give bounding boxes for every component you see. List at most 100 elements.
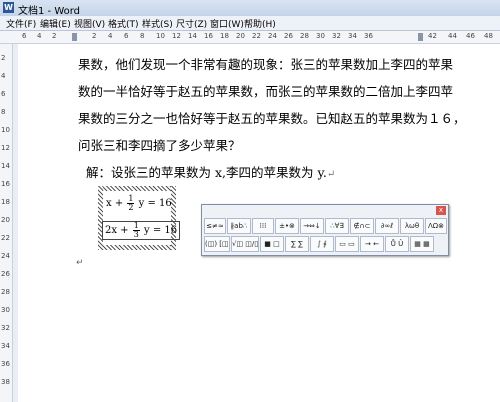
ruler-tick: 2 (52, 32, 57, 40)
vruler-tick: 22 (1, 234, 10, 242)
relations-button[interactable]: ≤≠≈ (204, 218, 226, 234)
ruler-tick: 6 (22, 32, 27, 40)
ruler-tick: 46 (466, 32, 475, 40)
scripts-button[interactable]: ■ □ (260, 236, 284, 252)
ruler-tick: 44 (448, 32, 457, 40)
operators-button[interactable]: ±•⊗ (275, 218, 299, 234)
summation-button[interactable]: ∑ ∑ (285, 236, 309, 252)
selection-hatch-left (98, 186, 103, 250)
menu-edit[interactable]: 编辑(E) (40, 17, 71, 30)
ruler-tick: 28 (300, 32, 309, 40)
menu-bar: 文件(F) 编辑(E) 视图(V) 格式(T) 样式(S) 尺寸(Z) 窗口(W… (0, 16, 500, 31)
bars-button[interactable]: ▭ ▭ (335, 236, 359, 252)
solution-text: 解：设张三的苹果数为 x,李四的苹果数为 y. (86, 165, 327, 180)
menu-style[interactable]: 样式(S) (142, 17, 173, 30)
ruler-tick: 16 (204, 32, 213, 40)
menu-format[interactable]: 格式(T) (108, 17, 139, 30)
vruler-tick: 2 (1, 54, 6, 62)
menu-size[interactable]: 尺寸(Z) (176, 17, 207, 30)
matrices-button[interactable]: ▦ ▦ (410, 236, 434, 252)
menu-window[interactable]: 窗口(W) (210, 17, 244, 30)
vruler-tick: 4 (1, 72, 6, 80)
equation-1: x + 12 y = 16 (106, 195, 172, 212)
arrows-button[interactable]: →⇔↓ (300, 218, 324, 234)
ruler-tick: 14 (188, 32, 197, 40)
ruler-tick: 4 (108, 32, 113, 40)
ruler-tick: 26 (284, 32, 293, 40)
paragraph-mark: ↵ (326, 169, 336, 180)
labeled-arrows-button[interactable]: → ← (360, 236, 384, 252)
equation-object[interactable]: x + 12 y = 16 2x + 13 y = 16 (98, 186, 181, 250)
ruler-tick: 8 (140, 32, 145, 40)
document-line: 果数，他们发现一个非常有趣的现象：张三的苹果数加上李四的苹果 (78, 57, 454, 72)
ruler-tick: 32 (332, 32, 341, 40)
eq2-right: y = 16 (144, 225, 178, 236)
vruler-tick: 32 (1, 324, 10, 332)
eq1-fraction: 12 (127, 195, 135, 212)
greek-lower-button[interactable]: λωθ (400, 218, 424, 234)
fences-button[interactable]: (◫) [◫] (204, 236, 230, 252)
vruler-tick: 18 (1, 198, 10, 206)
selection-hatch-top (98, 186, 176, 191)
ruler-tick: 2 (92, 32, 97, 40)
close-icon[interactable]: x (436, 206, 446, 215)
fractions-button[interactable]: √◫ ◫/◫ (231, 236, 259, 252)
document-line: 数的一半恰好等于赵五的苹果数，而张三的苹果数的二倍加上李四苹 (78, 84, 454, 99)
eq2-left: 2x + (105, 225, 129, 236)
selection-hatch-bottom (98, 245, 176, 250)
ruler-tick: 12 (172, 32, 181, 40)
document-line: 问张三和李四摘了多少苹果？ (78, 138, 241, 153)
greek-upper-button[interactable]: ΛΩ⊗ (425, 218, 447, 234)
eq1-left: x + (106, 198, 124, 209)
ruler-tick: 34 (348, 32, 357, 40)
eq2-fraction: 13 (132, 222, 140, 239)
menu-view[interactable]: 视图(V) (74, 17, 105, 30)
ruler-tick: 10 (156, 32, 165, 40)
paragraph-mark: ↵ (76, 258, 84, 268)
vruler-tick: 24 (1, 252, 10, 260)
vruler-tick: 38 (1, 378, 10, 386)
ruler-tick: 6 (124, 32, 129, 40)
misc-symbols-button[interactable]: ∂∞ℓ (375, 218, 399, 234)
ruler-tick: 18 (220, 32, 229, 40)
embellishments-button[interactable]: ⁞⁞⁞ (252, 218, 274, 234)
window-title: 文档1 - Word (18, 6, 81, 17)
ruler-tick: 30 (316, 32, 325, 40)
vruler-tick: 28 (1, 288, 10, 296)
ruler-tick: 42 (428, 32, 437, 40)
vruler-tick: 26 (1, 270, 10, 278)
vruler-tick: 36 (1, 360, 10, 368)
vruler-tick: 14 (1, 162, 10, 170)
eq1-right: y = 16 (138, 198, 172, 209)
ruler-tick: 24 (268, 32, 277, 40)
solution-line: 解：设张三的苹果数为 x,李四的苹果数为 y.↵ (86, 162, 335, 181)
ruler-tick: 48 (484, 32, 493, 40)
word-icon: W (3, 2, 14, 13)
vertical-ruler[interactable]: 2 4 6 8 10 12 14 16 18 20 22 24 26 28 30… (0, 44, 13, 402)
ruler-tick: 36 (364, 32, 373, 40)
ruler-tick: 22 (252, 32, 261, 40)
eq1-denominator: 2 (128, 203, 134, 212)
vruler-tick: 8 (1, 108, 6, 116)
logic-button[interactable]: ∴∀∃ (325, 218, 349, 234)
vruler-tick: 34 (1, 342, 10, 350)
vruler-tick: 16 (1, 180, 10, 188)
menu-help[interactable]: 帮助(H) (244, 17, 276, 30)
spaces-button[interactable]: ∦ab∴ (227, 218, 251, 234)
ruler-tick: 4 (37, 32, 42, 40)
products-button[interactable]: Ů Û (385, 236, 409, 252)
right-indent-marker[interactable] (418, 33, 423, 41)
menu-file[interactable]: 文件(F) (6, 17, 36, 30)
horizontal-ruler[interactable]: 6 4 2 2 4 6 8 10 12 14 16 18 20 22 24 26… (0, 31, 500, 44)
eq2-denominator: 3 (133, 230, 139, 239)
integrals-button[interactable]: ∫ ∮ (310, 236, 334, 252)
equation-2[interactable]: 2x + 13 y = 16 (102, 221, 181, 240)
set-theory-button[interactable]: ∉∩⊂ (350, 218, 374, 234)
vruler-tick: 6 (1, 90, 6, 98)
vruler-tick: 12 (1, 144, 10, 152)
vruler-tick: 30 (1, 306, 10, 314)
left-indent-marker[interactable] (72, 33, 77, 41)
equation-toolbar[interactable]: x ≤≠≈ ∦ab∴ ⁞⁞⁞ ±•⊗ →⇔↓ ∴∀∃ ∉∩⊂ ∂∞ℓ λωθ Λ… (201, 204, 449, 256)
vruler-tick: 20 (1, 216, 10, 224)
ruler-tick: 20 (236, 32, 245, 40)
